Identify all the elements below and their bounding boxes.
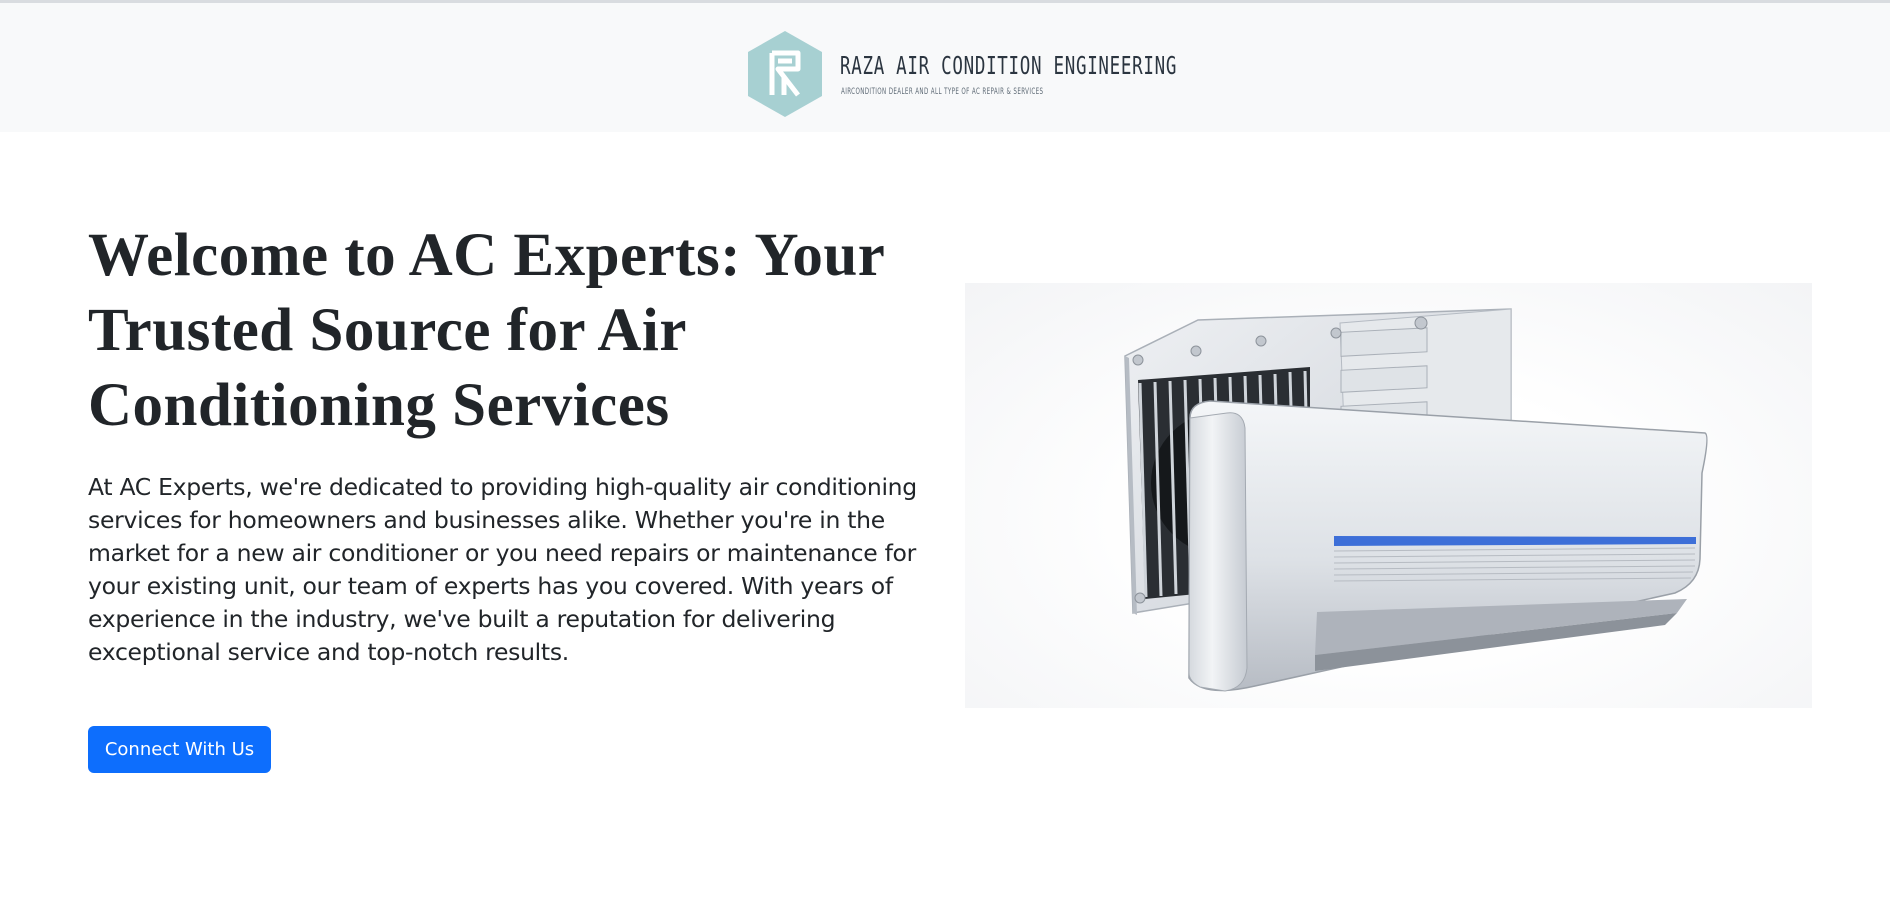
brand-tagline: AIRCONDITION DEALER AND ALL TYPE OF AC R… xyxy=(841,87,1044,97)
brand-logo-link[interactable]: RAZA AIR CONDITION ENGINEERING AIRCONDIT… xyxy=(748,31,1178,117)
hero-description: At AC Experts, we're dedicated to provid… xyxy=(88,473,917,666)
hero-title: Welcome to AC Experts: Your Trusted Sour… xyxy=(88,222,885,439)
connect-with-us-button[interactable]: Connect With Us xyxy=(88,726,271,773)
brand-logo-icon xyxy=(748,31,822,117)
air-conditioner-illustration xyxy=(1124,308,1708,692)
navbar: RAZA AIR CONDITION ENGINEERING AIRCONDIT… xyxy=(0,3,1890,132)
air-conditioner-image xyxy=(965,283,1812,708)
brand-title: RAZA AIR CONDITION ENGINEERING xyxy=(840,51,1178,80)
